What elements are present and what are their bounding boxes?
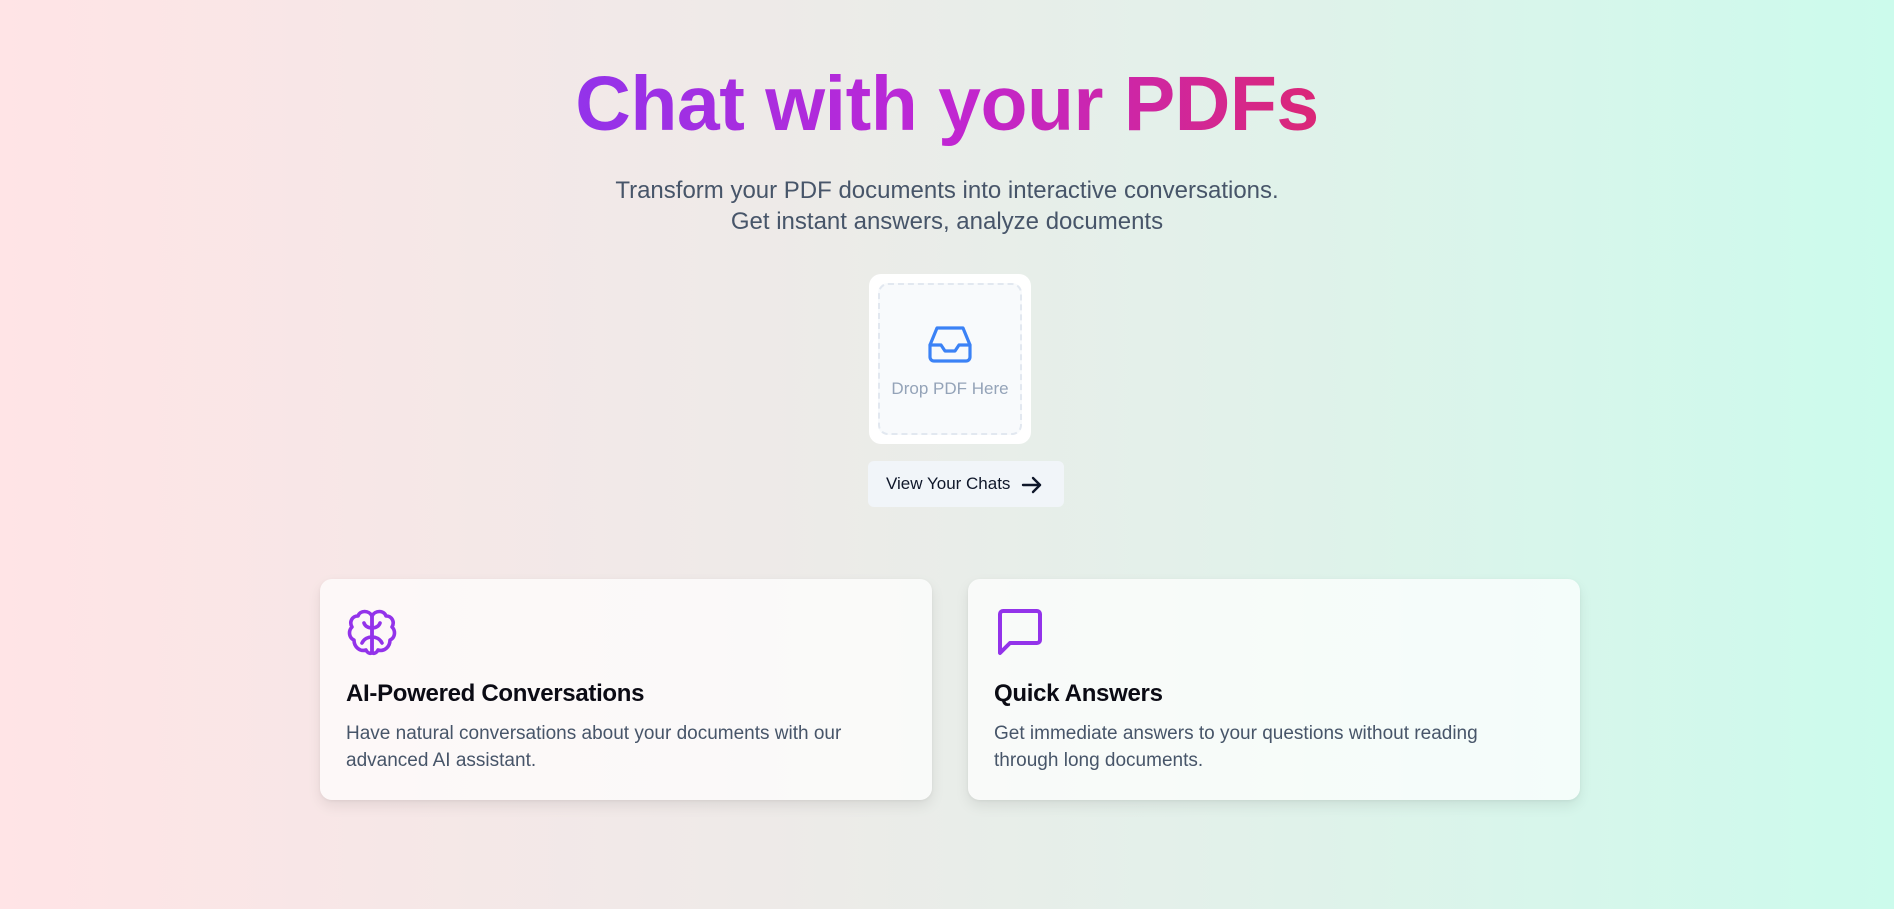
page-title: Chat with your PDFs [0, 56, 1894, 152]
pdf-upload-card: Drop PDF Here [869, 274, 1031, 444]
view-your-chats-button[interactable]: View Your Chats [868, 461, 1064, 507]
dropzone-label: Drop PDF Here [891, 379, 1009, 398]
feature-description: Get immediate answers to your questions … [994, 723, 1478, 771]
feature-card-ai-conversations: AI-Powered Conversations Have natural co… [320, 579, 932, 800]
feature-title: Quick Answers [994, 680, 1163, 707]
message-square-icon [998, 609, 1042, 655]
view-your-chats-label: View Your Chats [886, 474, 1011, 493]
feature-description: Have natural conversations about your do… [346, 723, 842, 771]
arrow-right-icon [1021, 476, 1042, 494]
feature-title: AI-Powered Conversations [346, 680, 645, 707]
inbox-icon [928, 326, 972, 363]
pdf-dropzone[interactable]: Drop PDF Here [878, 283, 1022, 435]
page-title-text: Chat with your PDFs [575, 61, 1319, 147]
brain-icon [347, 609, 397, 656]
page-subtitle-line-2: Get instant answers, analyze documents [730, 208, 1164, 235]
feature-card-quick-answers: Quick Answers Get immediate answers to y… [968, 579, 1580, 800]
page-subtitle-line-1: Transform your PDF documents into intera… [615, 177, 1279, 204]
